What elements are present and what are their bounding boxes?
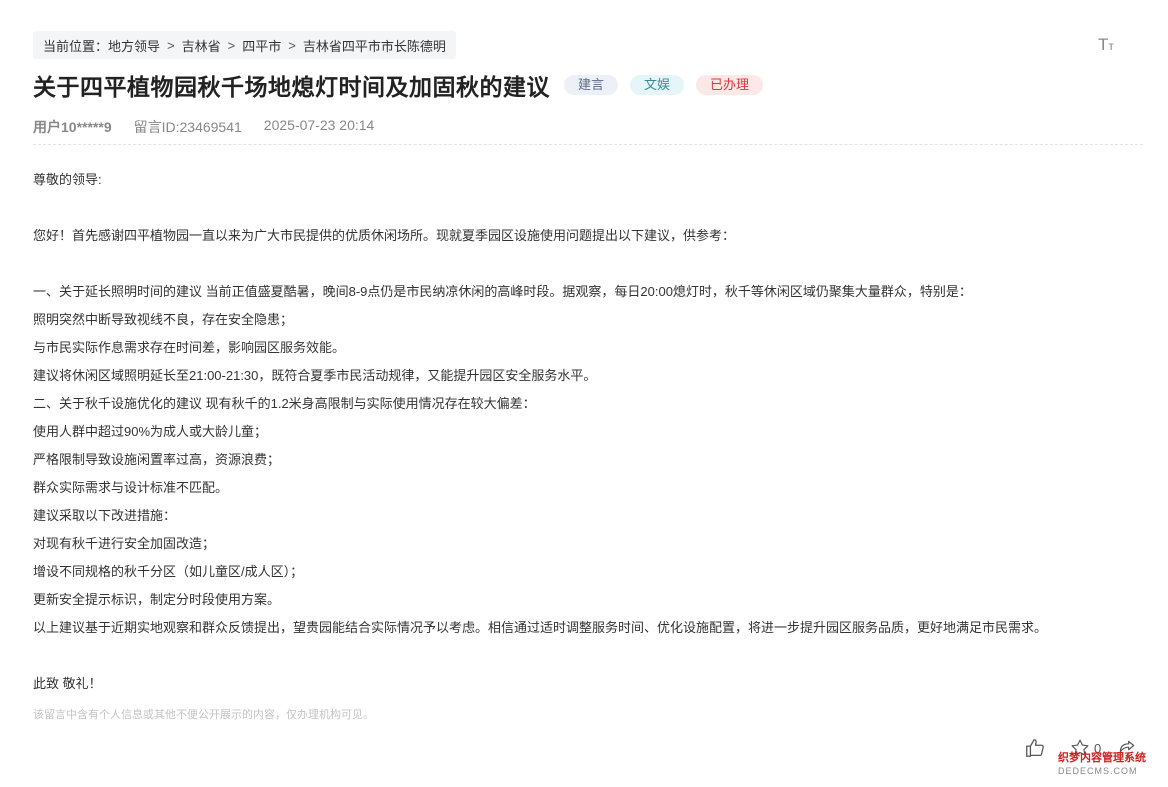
breadcrumb-link-province[interactable]: 吉林省 bbox=[182, 36, 221, 55]
content-paragraph: 使用人群中超过90%为成人或大龄儿童； bbox=[33, 424, 268, 439]
post-meta: 用户10*****9 留言ID:23469541 2025-07-23 20:1… bbox=[33, 117, 374, 137]
breadcrumb-link-city[interactable]: 四平市 bbox=[242, 36, 281, 55]
tag-type: 建言 bbox=[564, 75, 619, 95]
content-paragraph: 建议采取以下改进措施： bbox=[33, 508, 177, 523]
message-id: 留言ID:23469541 bbox=[133, 119, 242, 135]
like-button[interactable] bbox=[1024, 737, 1046, 759]
breadcrumb-separator: > bbox=[288, 37, 296, 53]
content-paragraph: 二、关于秋千设施优化的建议 现有秋千的1.2米身高限制与实际使用情况存在较大偏差… bbox=[33, 396, 536, 411]
breadcrumb-link-mayor[interactable]: 吉林省四平市市长陈德明 bbox=[303, 36, 446, 55]
content-paragraph bbox=[33, 642, 1143, 670]
content-paragraph bbox=[33, 194, 1143, 222]
title-row: 关于四平植物园秋千场地熄灯时间及加固秋的建议 建言 文娱 已办理 bbox=[33, 68, 764, 102]
author-name: 用户10*****9 bbox=[33, 119, 112, 135]
breadcrumb: 当前位置： 地方领导 > 吉林省 > 四平市 > 吉林省四平市市长陈德明 bbox=[33, 31, 456, 59]
content-paragraph bbox=[33, 250, 1143, 278]
divider bbox=[33, 144, 1143, 145]
breadcrumb-link-local-leaders[interactable]: 地方领导 bbox=[108, 36, 160, 55]
watermark-line1: 织梦内容管理系统 bbox=[1058, 752, 1146, 764]
content-paragraph: 此致 敬礼！ bbox=[33, 676, 102, 691]
content-paragraph: 严格限制导致设施闲置率过高，资源浪费； bbox=[33, 452, 281, 467]
status-badge: 已办理 bbox=[696, 75, 764, 95]
privacy-notice: 该留言中含有个人信息或其他不便公开展示的内容，仅办理机构可见。 bbox=[33, 709, 374, 721]
content-paragraph: 您好！首先感谢四平植物园一直以来为广大市民提供的优质休闲场所。现就夏季园区设施使… bbox=[33, 228, 736, 243]
breadcrumb-separator: > bbox=[167, 37, 175, 53]
content-paragraph: 一、关于延长照明时间的建议 当前正值盛夏酷暑，晚间8-9点仍是市民纳凉休闲的高峰… bbox=[33, 284, 972, 299]
message-body: 尊敬的领导: 您好！首先感谢四平植物园一直以来为广大市民提供的优质休闲场所。现就… bbox=[33, 166, 1143, 698]
watermark-line2: DEDECMS.COM bbox=[1058, 766, 1138, 776]
content-paragraph: 以上建议基于近期实地观察和群众反馈提出，望贵园能结合实际情况予以考虑。相信通过适… bbox=[33, 620, 1048, 635]
watermark-logo: 织梦内容管理系统 DEDECMS.COM bbox=[1058, 752, 1146, 778]
tag-domain: 文娱 bbox=[630, 75, 685, 95]
page-title: 关于四平植物园秋千场地熄灯时间及加固秋的建议 bbox=[33, 74, 550, 100]
breadcrumb-separator: > bbox=[227, 37, 236, 53]
breadcrumb-prefix: 当前位置： bbox=[43, 38, 109, 54]
content-paragraph: 尊敬的领导: bbox=[33, 172, 102, 187]
content-paragraph: 建议将休闲区域照明延长至21:00-21:30，既符合夏季市民活动规律，又能提升… bbox=[33, 368, 597, 383]
content-paragraph: 与市民实际作息需求存在时间差，影响园区服务效能。 bbox=[33, 340, 346, 355]
content-paragraph: 更新安全提示标识，制定分时段使用方案。 bbox=[33, 592, 281, 607]
content-paragraph: 增设不同规格的秋千分区（如儿童区/成人区）； bbox=[33, 564, 304, 579]
content-paragraph: 群众实际需求与设计标准不匹配。 bbox=[33, 480, 229, 495]
content-paragraph: 照明突然中断导致视线不良，存在安全隐患； bbox=[33, 312, 294, 327]
content-paragraph: 对现有秋千进行安全加固改造； bbox=[33, 536, 216, 551]
post-time: 2025-07-23 20:14 bbox=[263, 117, 375, 133]
font-size-icon[interactable]: Tт bbox=[1098, 35, 1120, 55]
thumbs-up-icon bbox=[1026, 739, 1044, 757]
